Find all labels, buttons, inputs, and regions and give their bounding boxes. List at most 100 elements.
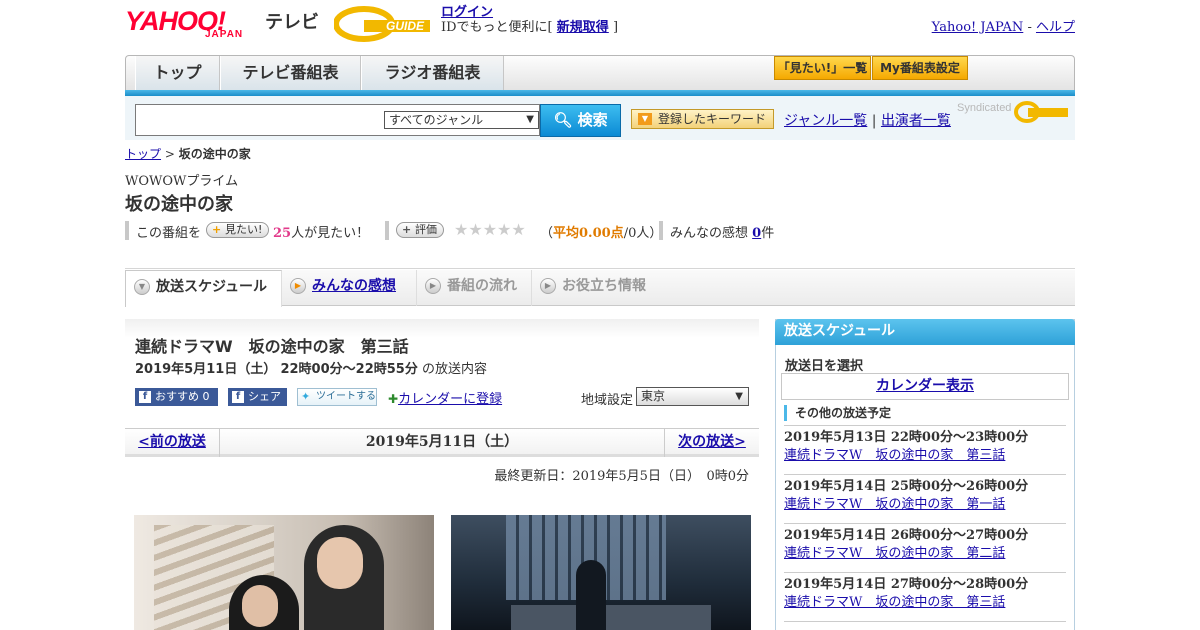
registered-keyword-label: 登録したキーワード (658, 112, 767, 126)
search-links-separator: | (871, 113, 877, 129)
schedule-item: 2019年5月14日 26時00分～27時00分 連続ドラマW 坂の途中の家 第… (784, 527, 1066, 563)
genre-list-link[interactable]: ジャンル一覧 (784, 113, 867, 129)
login-prefix: IDでもっと便利に[ (441, 20, 553, 35)
impressions-summary: みんなの感想 0件 (670, 222, 774, 241)
yahoo-japan-link[interactable]: Yahoo! JAPAN (932, 20, 1024, 35)
schedule-item-time: 2019年5月14日 25時00分～26時00分 (784, 479, 1029, 494)
nav-tab-top[interactable]: トップ (135, 56, 220, 91)
rating-count: /0人） (623, 226, 663, 241)
schedule-item-time: 2019年5月14日 27時00分～28時00分 (784, 577, 1029, 592)
pager-current-date: 2019年5月11日（土） (365, 434, 519, 450)
recommend-count: 0 (202, 390, 210, 403)
schedule-divider (784, 474, 1066, 475)
tab-label: 放送スケジュール (156, 279, 268, 295)
signup-link[interactable]: 新規取得 (557, 20, 609, 35)
tweet-button[interactable]: ✦ ツイートする (297, 388, 377, 406)
tv-logo-text[interactable]: テレビ (265, 8, 319, 34)
nav-tab-radio-schedule[interactable]: ラジオ番組表 (361, 56, 504, 91)
schedule-divider (784, 523, 1066, 524)
genre-select-value: すべてのジャンル (389, 113, 484, 127)
schedule-item: 2019年5月14日 25時00分～26時00分 連続ドラマW 坂の途中の家 第… (784, 478, 1066, 514)
mitai-button[interactable]: + 見たい! (206, 222, 270, 238)
facebook-icon: f (139, 391, 151, 403)
mitai-prefix: この番組を (136, 226, 202, 241)
meta-divider (385, 221, 389, 240)
channel-name: WOWOWプライム (125, 174, 239, 189)
tab-label: 番組の流れ (447, 278, 517, 294)
breadcrumb: トップ > 坂の途中の家 (125, 145, 251, 162)
tab-label: お役立ち情報 (562, 278, 646, 294)
facebook-recommend-button[interactable]: f おすすめ 0 (135, 388, 218, 406)
schedule-item-link[interactable]: 連続ドラマW 坂の途中の家 第三話 (784, 595, 1005, 610)
top-links-separator: - (1027, 20, 1032, 35)
schedule-divider (784, 621, 1066, 622)
rating-stars: ★★★★★ (454, 220, 526, 239)
rating-average: 平均0.00点 (553, 226, 624, 241)
calendar-register: ✚カレンダーに登録 (388, 388, 502, 407)
meta-divider (125, 221, 129, 240)
plus-icon: + (402, 223, 412, 236)
other-broadcasts-heading: その他の放送予定 (784, 405, 891, 421)
top-links: Yahoo! JAPAN - ヘルプ (932, 16, 1075, 35)
genre-select[interactable]: すべてのジャンル ▼ (384, 111, 539, 129)
region-select[interactable]: 東京 ▼ (636, 387, 749, 406)
tab-useful-info: ▶ お役立ち情報 (532, 270, 662, 306)
calendar-plus-icon: ✚ (388, 392, 399, 406)
tab-broadcast-schedule[interactable]: ▼ 放送スケジュール (125, 270, 282, 307)
schedule-item-link[interactable]: 連続ドラマW 坂の途中の家 第三話 (784, 448, 1005, 463)
prev-broadcast-link[interactable]: <前の放送 (125, 429, 220, 457)
calendar-view-link[interactable]: カレンダー表示 (876, 378, 974, 394)
magnifier-icon: 🔍︎ (553, 111, 573, 129)
meta-divider (659, 221, 663, 240)
performer-list-link[interactable]: 出演者一覧 (881, 113, 951, 129)
schedule-item-time: 2019年5月13日 22時00分～23時00分 (784, 430, 1029, 445)
help-link[interactable]: ヘルプ (1036, 20, 1075, 35)
section-divider (125, 268, 1075, 269)
region-select-value: 東京 (641, 389, 666, 403)
episode-time: 22時00分～22時55分 (280, 362, 418, 377)
schedule-item: 2019年5月13日 22時00分～23時00分 連続ドラマW 坂の途中の家 第… (784, 429, 1066, 465)
calendar-register-link[interactable]: カレンダーに登録 (398, 392, 502, 407)
login-link[interactable]: ログイン (441, 5, 493, 20)
mitai-button-label: 見たい! (225, 223, 263, 236)
rating-button-label: 評価 (415, 223, 437, 236)
select-date-label: 放送日を選択 (785, 359, 864, 374)
chevron-right-icon: ▶ (290, 278, 306, 294)
facebook-share-button[interactable]: f シェア (228, 388, 287, 406)
nav-tab-tv-schedule[interactable]: テレビ番組表 (220, 56, 361, 91)
dropdown-arrow-icon: ▼ (526, 114, 534, 125)
syndicated-gguide-logo (1014, 101, 1068, 123)
plus-icon: + (212, 223, 222, 236)
episode-datetime: 2019年5月11日（土） 22時00分～22時55分 の放送内容 (135, 358, 487, 377)
mitai-count: 25 (273, 226, 292, 241)
syndicated-label: Syndicated (957, 102, 1012, 114)
tab-impressions[interactable]: ▶ みんなの感想 (282, 270, 417, 306)
mitai-suffix: 人が見たい！ (291, 226, 370, 241)
calendar-view-box: カレンダー表示 (781, 373, 1069, 400)
impressions-count-link[interactable]: 0 (752, 226, 761, 241)
rating-button[interactable]: + 評価 (396, 222, 444, 238)
mitai-list-button[interactable]: 「見たい!」一覧 (774, 56, 871, 80)
chevron-right-icon: ▶ (540, 278, 556, 294)
gguide-logo: GUIDE (334, 6, 430, 42)
login-area: ログイン IDでもっと便利に[ 新規取得 ] (441, 5, 618, 35)
broadcast-pager: <前の放送 2019年5月11日（土） 次の放送> (125, 428, 759, 457)
schedule-item: 2019年5月14日 27時00分～28時00分 連続ドラマW 坂の途中の家 第… (784, 576, 1066, 612)
breadcrumb-top-link[interactable]: トップ (125, 147, 161, 161)
share-label: シェア (248, 390, 281, 403)
search-button[interactable]: 🔍︎ 検索 (540, 104, 621, 137)
rating-open: （ (540, 226, 554, 241)
chevron-down-icon: ▼ (134, 279, 150, 295)
dropdown-triangle-icon: ▼ (638, 113, 652, 125)
impressions-label: みんなの感想 (670, 226, 749, 241)
last-updated: 最終更新日：2019年5月5日（日） 0時0分 (494, 469, 749, 484)
svg-text:GUIDE: GUIDE (386, 19, 425, 33)
schedule-item-link[interactable]: 連続ドラマW 坂の途中の家 第二話 (784, 546, 1005, 561)
registered-keyword-button[interactable]: ▼ 登録したキーワード (631, 109, 774, 129)
tweet-label: ツイートする (316, 391, 376, 402)
program-meta-row: この番組を + 見たい! 25人が見たい！ + 評価 ★★★★★ （平均0.00… (125, 220, 775, 241)
next-broadcast-link[interactable]: 次の放送> (664, 429, 759, 457)
sidebar-heading: 放送スケジュール (775, 319, 1075, 345)
my-schedule-button[interactable]: My番組表設定 (872, 56, 968, 80)
schedule-item-link[interactable]: 連続ドラマW 坂の途中の家 第一話 (784, 497, 1005, 512)
